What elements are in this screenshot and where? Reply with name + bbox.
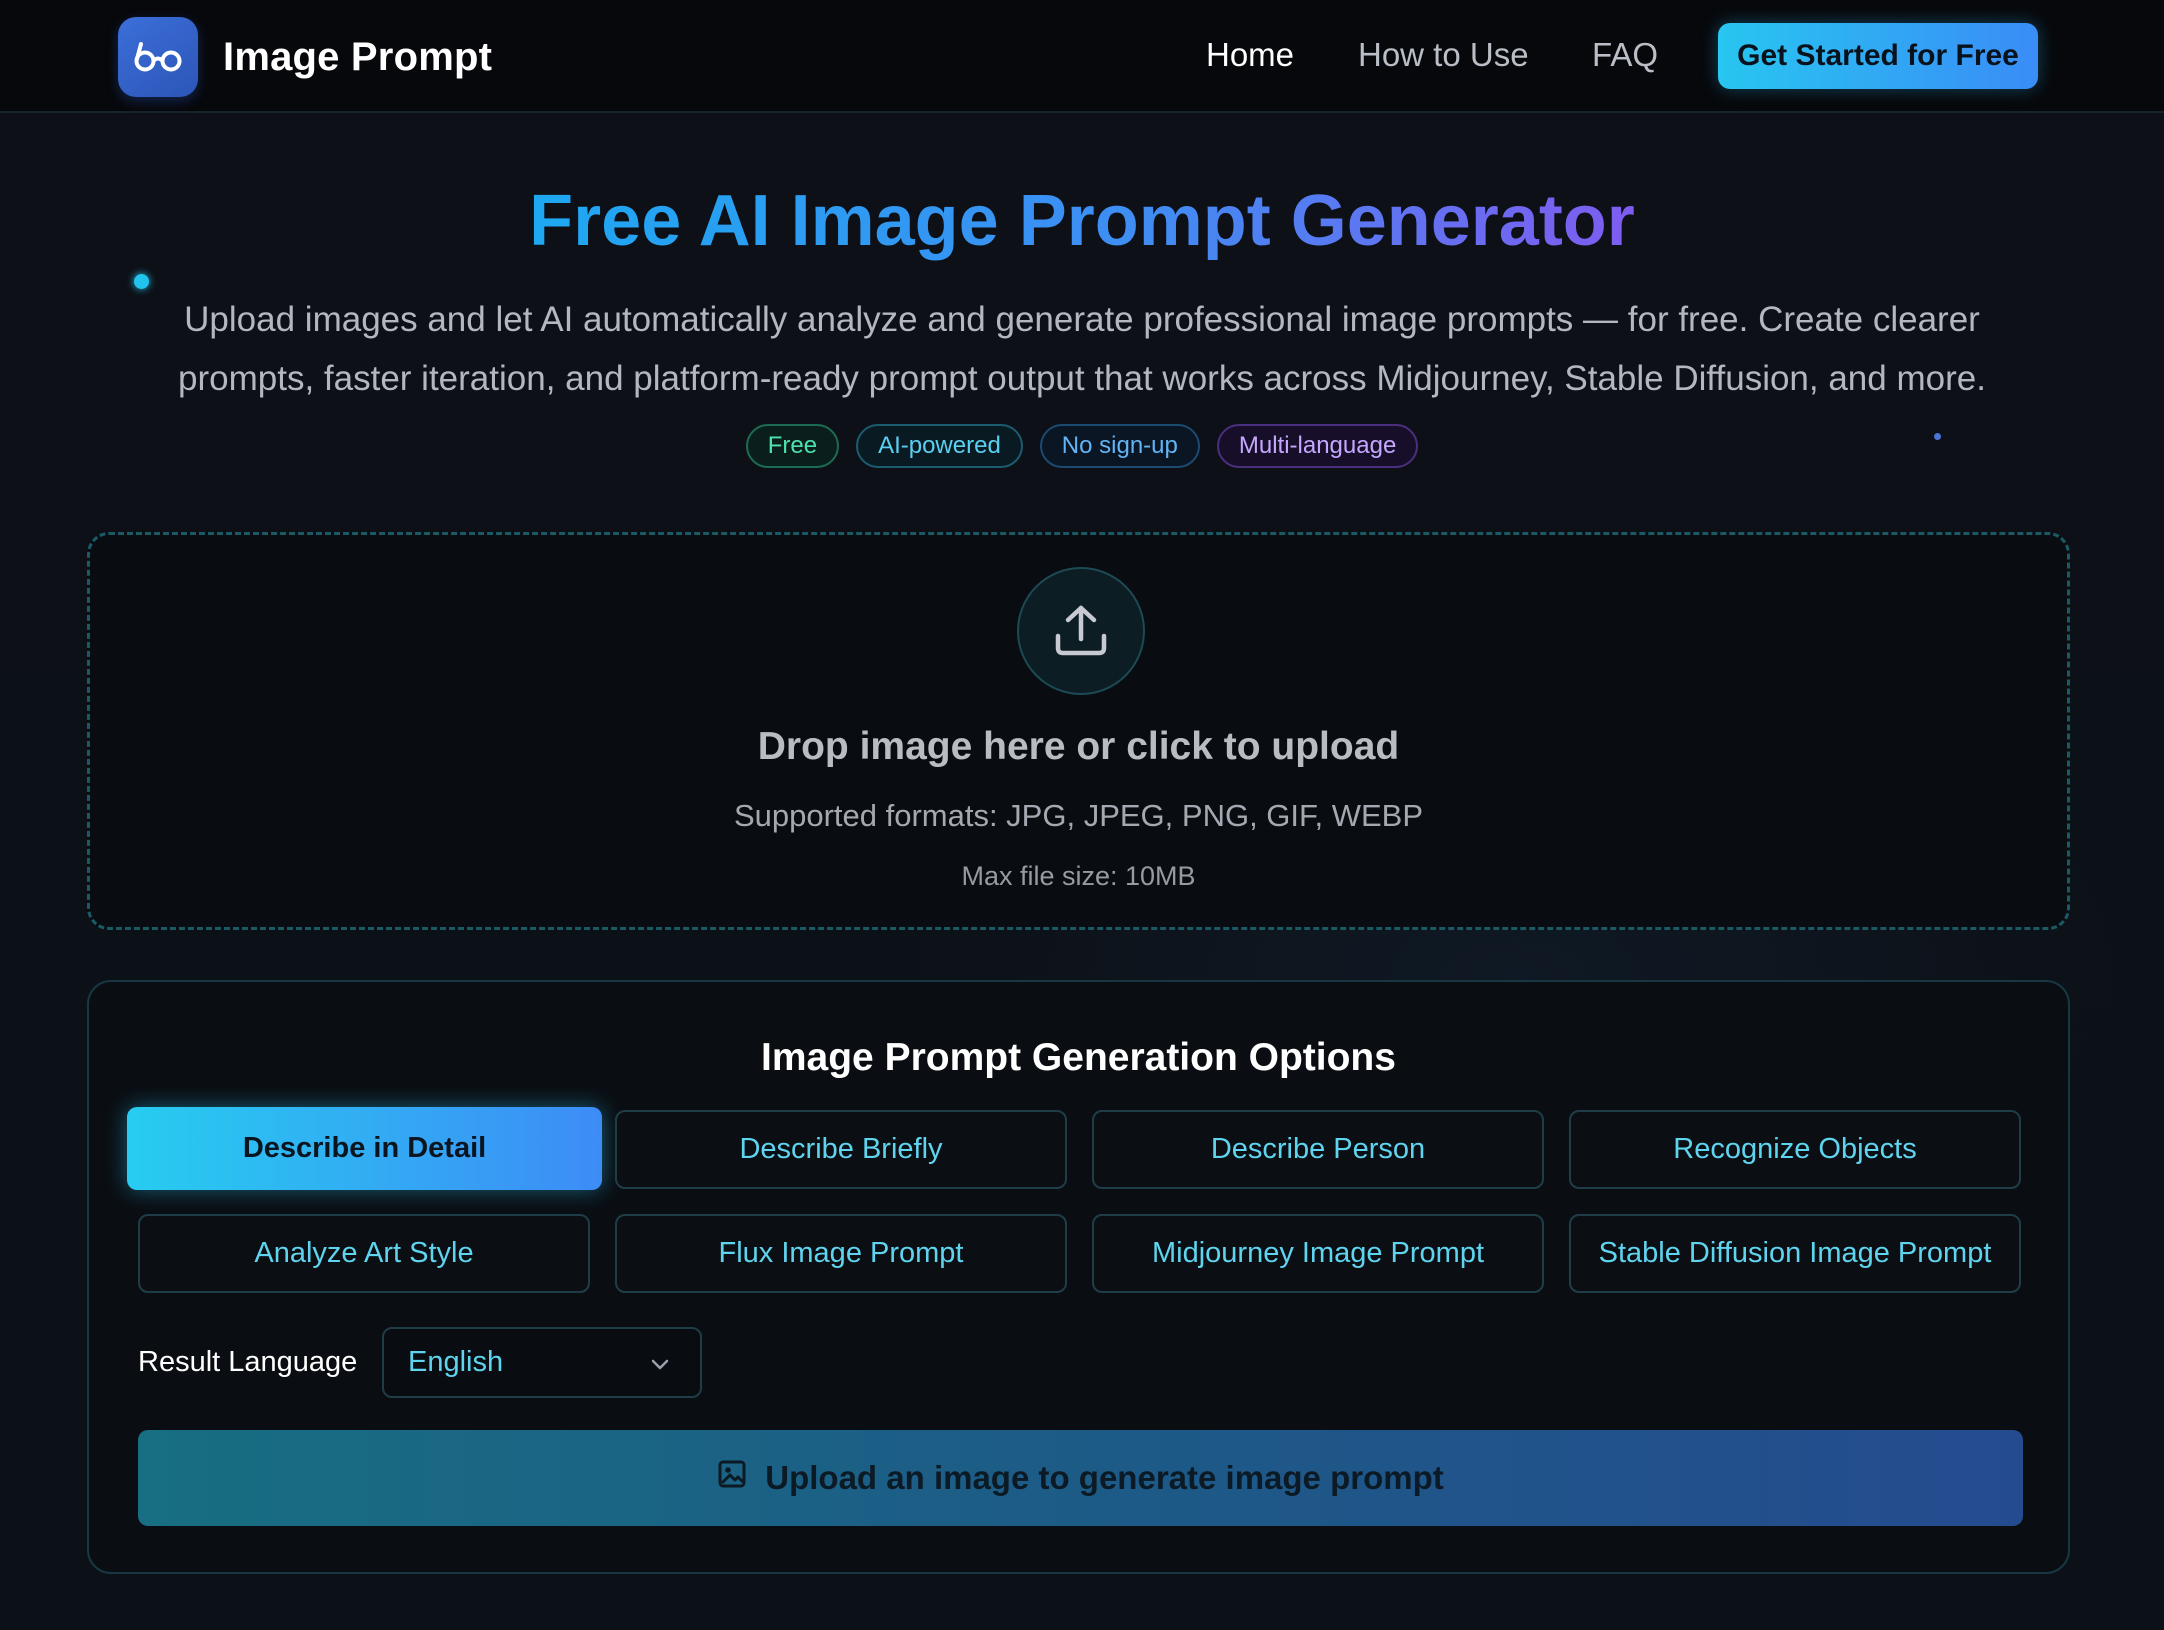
mode-stable-diffusion-image-prompt[interactable]: Stable Diffusion Image Prompt (1569, 1214, 2021, 1293)
mode-analyze-art-style[interactable]: Analyze Art Style (138, 1214, 590, 1293)
upload-title: Drop image here or click to upload (757, 725, 1400, 768)
feature-tags: Free AI-powered No sign-up Multi-languag… (0, 424, 2164, 468)
brand[interactable]: Image Prompt (118, 17, 492, 97)
tag-multi-language: Multi-language (1216, 424, 1419, 468)
mode-describe-in-detail[interactable]: Describe in Detail (127, 1107, 602, 1190)
tag-no-sign-up: No sign-up (1039, 424, 1200, 468)
chevron-down-icon (648, 1351, 672, 1384)
decorative-dot (134, 274, 149, 289)
top-navigation-bar: Image Prompt Home How to Use FAQ Get Sta… (0, 0, 2164, 113)
max-file-size: Max file size: 10MB (961, 861, 1196, 891)
supported-formats: Supported formats: JPG, JPEG, PNG, GIF, … (733, 798, 1424, 833)
selected-language: English (408, 1346, 504, 1378)
mode-describe-person[interactable]: Describe Person (1092, 1110, 1544, 1189)
generate-prompt-button[interactable]: Upload an image to generate image prompt (138, 1430, 2023, 1526)
upload-dropzone[interactable]: Drop image here or click to upload Suppo… (87, 532, 2070, 930)
options-title: Image Prompt Generation Options (761, 1036, 1396, 1079)
mode-flux-image-prompt[interactable]: Flux Image Prompt (615, 1214, 1067, 1293)
image-icon (717, 1459, 747, 1497)
glasses-icon (118, 17, 198, 97)
result-language-select[interactable]: English (382, 1327, 702, 1398)
mode-describe-briefly[interactable]: Describe Briefly (615, 1110, 1067, 1189)
page-title: Free AI Image Prompt Generator (529, 181, 1635, 261)
mode-midjourney-image-prompt[interactable]: Midjourney Image Prompt (1092, 1214, 1544, 1293)
nav-home[interactable]: Home (1206, 36, 1294, 74)
generate-label: Upload an image to generate image prompt (765, 1459, 1444, 1496)
result-language-label: Result Language (138, 1346, 358, 1378)
nav-how-to-use[interactable]: How to Use (1358, 36, 1529, 74)
nav-faq[interactable]: FAQ (1592, 36, 1658, 74)
upload-icon (1017, 567, 1145, 695)
get-started-button[interactable]: Get Started for Free (1718, 23, 2038, 89)
generation-options-panel: Image Prompt Generation Options Describe… (87, 980, 2070, 1574)
tag-ai-powered: AI-powered (856, 424, 1023, 468)
hero-description: Upload images and let AI automatically a… (178, 300, 1986, 398)
tag-free: Free (745, 424, 840, 468)
brand-name: Image Prompt (223, 34, 493, 79)
mode-recognize-objects[interactable]: Recognize Objects (1569, 1110, 2021, 1189)
